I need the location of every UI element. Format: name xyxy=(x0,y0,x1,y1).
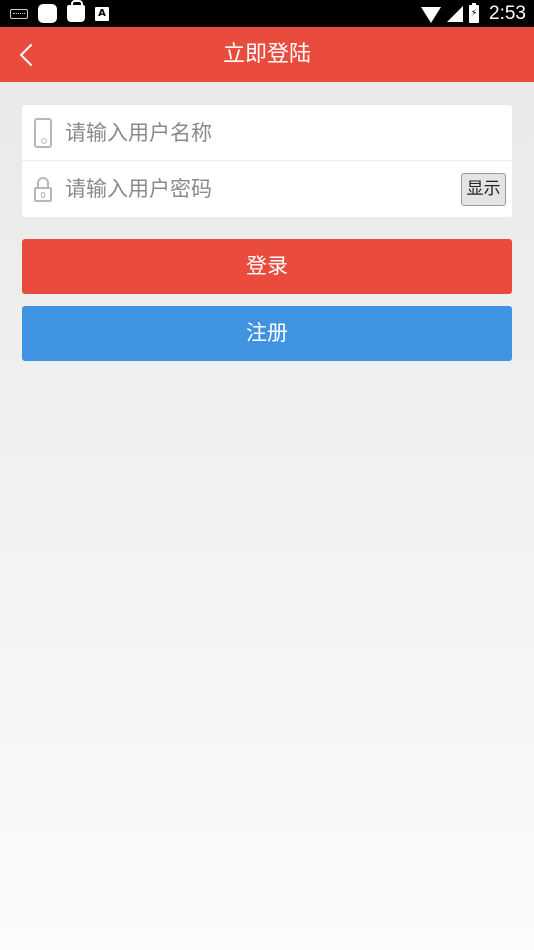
login-button[interactable]: 登录 xyxy=(22,239,512,294)
username-input[interactable] xyxy=(65,105,455,161)
register-button[interactable]: 注册 xyxy=(22,306,512,361)
nav-bar: 立即登陆 xyxy=(0,27,534,82)
lock-icon xyxy=(34,177,52,203)
clock: 2:53 xyxy=(489,2,526,24)
bag-icon xyxy=(67,0,85,22)
battery-charging-icon xyxy=(469,2,480,23)
password-input[interactable] xyxy=(65,161,405,217)
lock-keyhole xyxy=(41,192,45,198)
keyboard-icon xyxy=(10,8,28,19)
system-icons: 2:53 xyxy=(421,0,526,27)
a-icon: A xyxy=(95,6,109,21)
login-form: 显示 xyxy=(22,105,512,217)
status-bar: A 2:53 xyxy=(0,0,534,27)
page-title: 立即登陆 xyxy=(222,42,311,67)
show-password-button[interactable]: 显示 xyxy=(461,173,506,206)
password-row: 显示 xyxy=(22,161,512,217)
phone-icon xyxy=(34,118,52,148)
notification-icons: A xyxy=(10,0,109,23)
wifi-icon xyxy=(421,6,442,23)
username-row xyxy=(22,105,512,161)
signal-icon xyxy=(447,5,464,22)
app-icon xyxy=(38,4,57,23)
